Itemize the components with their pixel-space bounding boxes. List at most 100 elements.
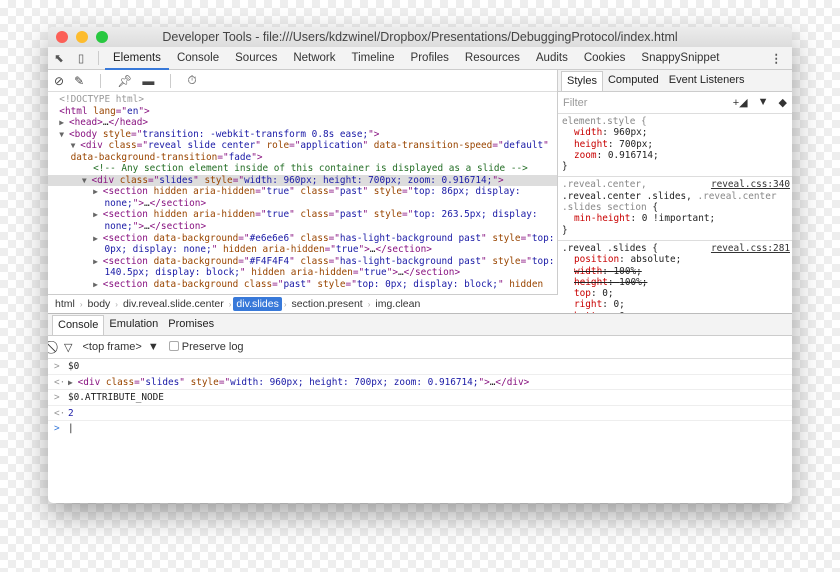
tab-console[interactable]: Console xyxy=(169,47,227,70)
expand-arrow-icon[interactable]: ▶ xyxy=(93,187,103,196)
source-link[interactable]: reveal.css:281 xyxy=(711,243,790,254)
breadcrumb-item[interactable]: img.clean xyxy=(372,297,423,311)
pin-icon[interactable]: 📌︎ xyxy=(117,74,132,88)
breadcrumb-item[interactable]: div.slides xyxy=(233,297,282,311)
dom-node-line[interactable]: ▶ <section data-background="#e6e6e6" cla… xyxy=(48,233,557,245)
console-message: <· 2 xyxy=(48,406,792,421)
dom-node-line[interactable]: ▶ <section data-background="#F4F4F4" cla… xyxy=(48,256,557,268)
expand-arrow-icon[interactable]: ▶ xyxy=(93,257,103,266)
hide-element-icon[interactable]: ⊘ xyxy=(54,74,64,88)
device-mode-icon[interactable]: ▯ xyxy=(70,51,92,65)
dom-token: data-transition-speed xyxy=(373,140,493,152)
panel-tabs: Elements Console Sources Network Timeline Pro… xyxy=(105,47,727,70)
dom-node-line[interactable]: none;">…</section> xyxy=(48,221,557,233)
dom-token: "> xyxy=(132,221,144,233)
dom-node-line[interactable]: ▶ <head>…</head> xyxy=(48,117,557,129)
expand-arrow-icon[interactable]: ▼ xyxy=(82,176,92,185)
drawer-tab-console[interactable]: Console xyxy=(52,315,105,335)
dom-token: true xyxy=(266,186,290,198)
filter-input[interactable]: Filter xyxy=(563,97,587,109)
breadcrumb-item[interactable]: html xyxy=(52,297,78,311)
css-property[interactable]: position: absolute; xyxy=(562,254,788,265)
css-property[interactable]: height: 100%; xyxy=(562,277,788,288)
tab-elements[interactable]: Elements xyxy=(105,47,169,70)
css-property[interactable]: height: 700px; xyxy=(562,139,788,150)
pin-icon[interactable]: ▼ xyxy=(758,96,769,109)
dom-node-line[interactable]: ▶ <section hidden aria-hidden="true" cla… xyxy=(48,186,557,198)
dom-token: true xyxy=(364,267,387,279)
frame-selector[interactable]: <top frame> ▼ xyxy=(82,341,158,353)
css-property[interactable]: width: 960px; xyxy=(562,127,788,138)
drawer-tabs: Console Emulation Promises xyxy=(48,314,792,336)
tab-timeline[interactable]: Timeline xyxy=(344,47,403,70)
more-menu-icon[interactable]: ⋮ xyxy=(771,51,783,65)
breadcrumb-item[interactable]: body xyxy=(85,297,114,311)
dom-node-line[interactable]: <html lang="en"> xyxy=(48,106,557,118)
dom-token: <section xyxy=(102,255,154,267)
tab-snappysnippet[interactable]: SnappySnippet xyxy=(633,47,727,70)
css-property[interactable]: top: 0; xyxy=(562,288,788,299)
tab-network[interactable]: Network xyxy=(285,47,343,70)
dom-node-line[interactable]: data-background-transition="fade"> xyxy=(48,152,557,164)
dom-token: =" xyxy=(217,151,229,163)
dom-token: </head> xyxy=(108,117,148,129)
expand-arrow-icon[interactable]: ▼ xyxy=(71,141,81,150)
divider xyxy=(170,73,172,88)
close-button[interactable] xyxy=(56,31,68,43)
dom-node-line[interactable]: <!-- Any section element inside of this … xyxy=(48,163,557,175)
toggle-state-icon[interactable]: ◆ xyxy=(779,96,787,109)
dom-node-line[interactable]: ▼ <div class="reveal slide center" role=… xyxy=(48,140,557,152)
edit-pencil-icon[interactable]: ✎ xyxy=(74,74,84,88)
breadcrumb-item[interactable]: section.present xyxy=(289,297,366,311)
tab-computed[interactable]: Computed xyxy=(603,71,664,91)
timer-icon[interactable]: ⏱ xyxy=(187,73,196,88)
add-rule-icon[interactable]: ▬ xyxy=(142,74,154,88)
dom-token: has-light-background past xyxy=(339,232,482,244)
expand-arrow-icon[interactable]: ▶ xyxy=(93,234,103,243)
new-rule-icon[interactable]: +◢ xyxy=(733,96,748,109)
console-prompt[interactable]: > | xyxy=(48,421,792,437)
tab-event-listeners[interactable]: Event Listeners xyxy=(664,71,750,91)
source-link[interactable]: reveal.css:340 xyxy=(711,179,790,190)
expand-arrow-icon[interactable]: ▶ xyxy=(93,280,103,289)
dom-node-line[interactable]: <!DOCTYPE html> xyxy=(48,94,557,106)
dom-node-line[interactable]: ▶ <section hidden aria-hidden="true" cla… xyxy=(48,209,557,221)
tab-profiles[interactable]: Profiles xyxy=(403,47,457,70)
dom-token: "> xyxy=(368,128,380,140)
breadcrumb-item[interactable]: div.reveal.slide.center xyxy=(120,297,227,311)
preserve-log-checkbox[interactable]: Preserve log xyxy=(168,341,244,353)
css-property[interactable]: min-height: 0 !important; xyxy=(562,213,788,224)
expand-arrow-icon[interactable]: ▶ xyxy=(93,210,103,219)
drawer-tab-emulation[interactable]: Emulation xyxy=(104,315,163,335)
expand-arrow-icon[interactable]: ▶ xyxy=(59,118,69,127)
rule-selector: element.style { xyxy=(562,116,647,127)
filter-icon[interactable]: ▽ xyxy=(64,341,72,354)
zoom-button[interactable] xyxy=(96,31,108,43)
dom-token: " xyxy=(481,255,493,267)
dom-node-line[interactable]: ▼ <body style="transition: -webkit-trans… xyxy=(48,129,557,141)
css-property[interactable]: zoom: 0.916714; xyxy=(562,150,788,161)
tab-sources[interactable]: Sources xyxy=(227,47,285,70)
dom-node-line[interactable]: 140.5px; display: block;" hidden aria-hi… xyxy=(48,267,557,279)
dom-token: =" xyxy=(218,376,231,388)
dom-node-line[interactable]: none;">…</section> xyxy=(48,198,557,210)
tab-audits[interactable]: Audits xyxy=(528,47,576,70)
dom-node-line[interactable]: 0px; display: none;" hidden aria-hidden=… xyxy=(48,244,557,256)
dom-token: lang xyxy=(93,105,116,117)
css-property[interactable]: width: 100%; xyxy=(562,266,788,277)
tab-styles[interactable]: Styles xyxy=(561,71,603,91)
tab-cookies[interactable]: Cookies xyxy=(576,47,634,70)
title-bar: Developer Tools - file:///Users/kdzwinel… xyxy=(48,27,792,47)
dom-token: =" xyxy=(136,140,148,152)
dom-node-line[interactable]: ▼ <div class="slides" style="width: 960p… xyxy=(48,174,557,187)
dom-tree[interactable]: <!DOCTYPE html> <html lang="en"> ▶ <head… xyxy=(48,92,557,293)
css-property-name: zoom xyxy=(574,149,597,161)
expand-arrow-icon[interactable]: ▶ xyxy=(68,378,78,387)
drawer-tab-promises[interactable]: Promises xyxy=(163,315,219,335)
minimize-button[interactable] xyxy=(76,31,88,43)
dom-node-line[interactable]: ▶ <section data-background class="past" … xyxy=(48,279,557,291)
inspect-element-icon[interactable]: ⬉ xyxy=(48,51,70,65)
tab-resources[interactable]: Resources xyxy=(457,47,528,70)
css-property[interactable]: right: 0; xyxy=(562,299,788,310)
expand-arrow-icon[interactable]: ▼ xyxy=(59,130,69,139)
